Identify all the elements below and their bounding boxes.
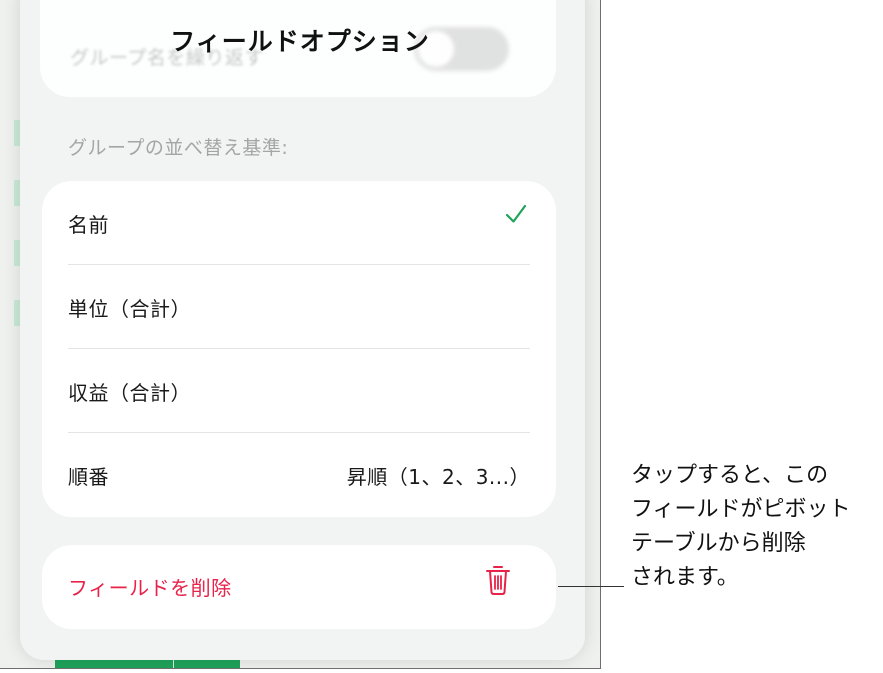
- sort-section-label: グループの並べ替え基準:: [68, 137, 289, 159]
- screenshot-stage: グループ名を繰り返す フィールドオプション グループの並べ替え基準: 名前 単位…: [0, 0, 883, 673]
- sort-option-order[interactable]: 順番 昇順（1、2、3...）: [68, 433, 530, 517]
- sort-option-label: 順番: [68, 464, 109, 489]
- callout-text: タップすると、この フィールドがピボット テーブルから削除 されます。: [631, 463, 851, 590]
- sort-option-revenue-total[interactable]: 収益（合計）: [68, 349, 530, 433]
- sort-option-label: 単位（合計）: [68, 296, 191, 321]
- sort-option-units-total[interactable]: 単位（合計）: [68, 265, 530, 349]
- delete-field-label: フィールドを削除: [68, 576, 232, 600]
- sort-option-label: 収益（合計）: [68, 380, 191, 405]
- sort-option-label: 名前: [68, 212, 109, 237]
- delete-field-button[interactable]: フィールドを削除: [42, 545, 556, 629]
- sort-options-list: 名前 単位（合計） 収益（合計） 順番 昇順（1、2、3...）: [42, 181, 556, 517]
- device-screen: グループ名を繰り返す フィールドオプション グループの並べ替え基準: 名前 単位…: [0, 0, 601, 669]
- sort-order-value: 昇順（1、2、3...）: [346, 464, 530, 489]
- sort-option-name[interactable]: 名前: [68, 181, 530, 265]
- trash-icon: [486, 566, 510, 595]
- checkmark-icon: [505, 204, 527, 223]
- sheet-title: フィールドオプション: [170, 27, 430, 56]
- callout-leader-line: [558, 586, 624, 587]
